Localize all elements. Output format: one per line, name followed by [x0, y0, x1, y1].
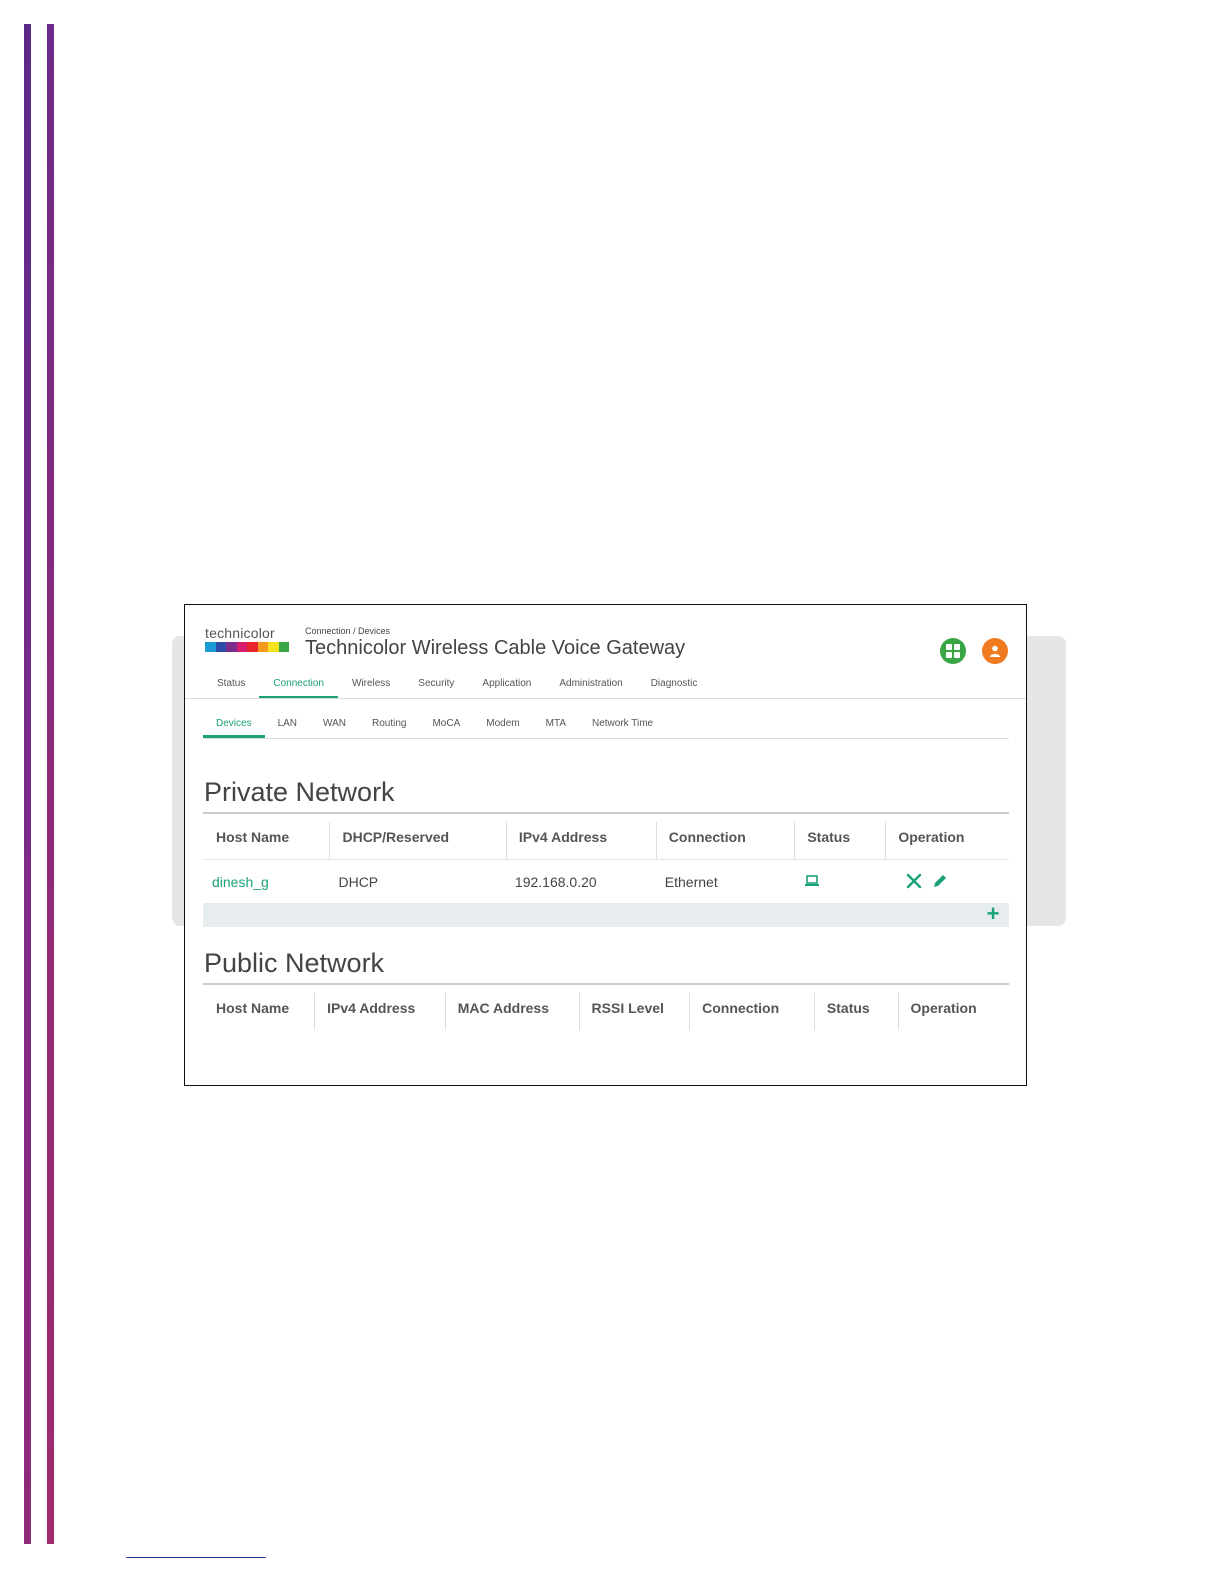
connection-cell-text: Ethernet [664, 874, 718, 890]
logo-stripe [278, 642, 289, 652]
ipv4-cell-text: 192.168.0.20 [514, 874, 597, 890]
subtab-moca[interactable]: MoCA [419, 717, 473, 738]
dhcp-reserved-cell-text: DHCP [338, 874, 379, 890]
sub-nav: Devices LAN WAN Routing MoCA Modem MTA Network … [203, 717, 666, 738]
ipv4-cell: 192.168.0.20 [505, 859, 656, 904]
footnote-separator [126, 1557, 266, 1558]
column-header-rssi-level[interactable]: RSSI Level [578, 985, 690, 1030]
column-header-status[interactable]: Status [794, 814, 885, 860]
logo-stripe [226, 642, 237, 652]
subtab-modem[interactable]: Modem [473, 717, 532, 738]
column-header-ipv4-address[interactable]: IPv4 Address [314, 985, 445, 1030]
public-network-title: Public Network [204, 948, 385, 978]
breadcrumb: Connection / Devices [305, 626, 391, 636]
private-network-title: Private Network [204, 777, 395, 807]
operation-cell [885, 859, 1009, 904]
column-header-dhcp-reserved[interactable]: DHCP/Reserved [329, 814, 505, 860]
subtab-devices[interactable]: Devices [203, 717, 265, 738]
grid-icon[interactable] [940, 638, 966, 664]
tab-wireless[interactable]: Wireless [338, 677, 404, 699]
host-name-cell-text[interactable]: dinesh_g [212, 874, 269, 890]
plus-icon[interactable]: + [983, 903, 1003, 927]
column-header-connection[interactable]: Connection [655, 814, 795, 860]
decorative-bar-right [47, 24, 54, 1544]
tab-status[interactable]: Status [203, 677, 259, 699]
router-ui-screenshot: technicolor Connection / Devices Technic… [184, 604, 1027, 1086]
column-header-host-name[interactable]: Host Name [203, 985, 314, 1030]
logo-stripe [257, 642, 268, 652]
sub-nav-divider [203, 738, 1009, 739]
logo-stripe [268, 642, 279, 652]
main-nav: Status Connection Wireless Security Applicat… [203, 677, 711, 699]
tab-security[interactable]: Security [404, 677, 468, 699]
tab-application[interactable]: Application [468, 677, 545, 699]
delete-icon[interactable] [906, 873, 922, 892]
column-header-mac-address[interactable]: MAC Address [444, 985, 579, 1030]
table-header-row: Host Name DHCP/Reserved IPv4 Address Connec… [203, 814, 1009, 860]
logo-stripe [236, 642, 247, 652]
edit-icon[interactable] [932, 873, 948, 892]
decorative-bar-left [24, 24, 31, 1544]
connection-cell: Ethernet [655, 859, 795, 904]
laptop-icon [805, 874, 820, 890]
logo-stripe [247, 642, 258, 652]
host-name-cell[interactable]: dinesh_g [203, 859, 330, 904]
column-header-operation[interactable]: Operation [897, 985, 1009, 1030]
public-network-table: Host Name IPv4 Address MAC Address RSSI Lev… [203, 985, 1009, 1030]
logo-stripes [205, 642, 289, 652]
column-header-status[interactable]: Status [813, 985, 898, 1030]
subtab-network-time[interactable]: Network Time [579, 717, 666, 738]
column-header-connection[interactable]: Connection [689, 985, 814, 1030]
add-device-row: + [203, 903, 1009, 927]
technicolor-logo: technicolor [205, 625, 289, 652]
table-header-row: Host Name IPv4 Address MAC Address RSSI Lev… [203, 985, 1009, 1030]
page-title: Technicolor Wireless Cable Voice Gateway [305, 637, 686, 659]
tab-administration[interactable]: Administration [545, 677, 636, 699]
column-header-host-name[interactable]: Host Name [203, 814, 329, 860]
tab-connection[interactable]: Connection [259, 677, 338, 699]
user-icon[interactable] [982, 638, 1008, 664]
logo-text: technicolor [205, 625, 275, 641]
subtab-routing[interactable]: Routing [359, 717, 419, 738]
subtab-mta[interactable]: MTA [533, 717, 579, 738]
subtab-lan[interactable]: LAN [265, 717, 310, 738]
status-cell [794, 859, 886, 904]
logo-stripe [205, 642, 216, 652]
nav-divider [185, 698, 1026, 699]
private-network-table: Host Name DHCP/Reserved IPv4 Address Connec… [203, 814, 1009, 904]
subtab-wan[interactable]: WAN [310, 717, 359, 738]
logo-stripe [215, 642, 226, 652]
tab-diagnostic[interactable]: Diagnostic [637, 677, 712, 699]
column-header-operation[interactable]: Operation [885, 814, 1009, 860]
table-row: dinesh_g DHCP 192.168.0.20 Ethernet [203, 859, 1009, 904]
dhcp-reserved-cell: DHCP [329, 859, 506, 904]
column-header-ipv4-address[interactable]: IPv4 Address [505, 814, 656, 860]
